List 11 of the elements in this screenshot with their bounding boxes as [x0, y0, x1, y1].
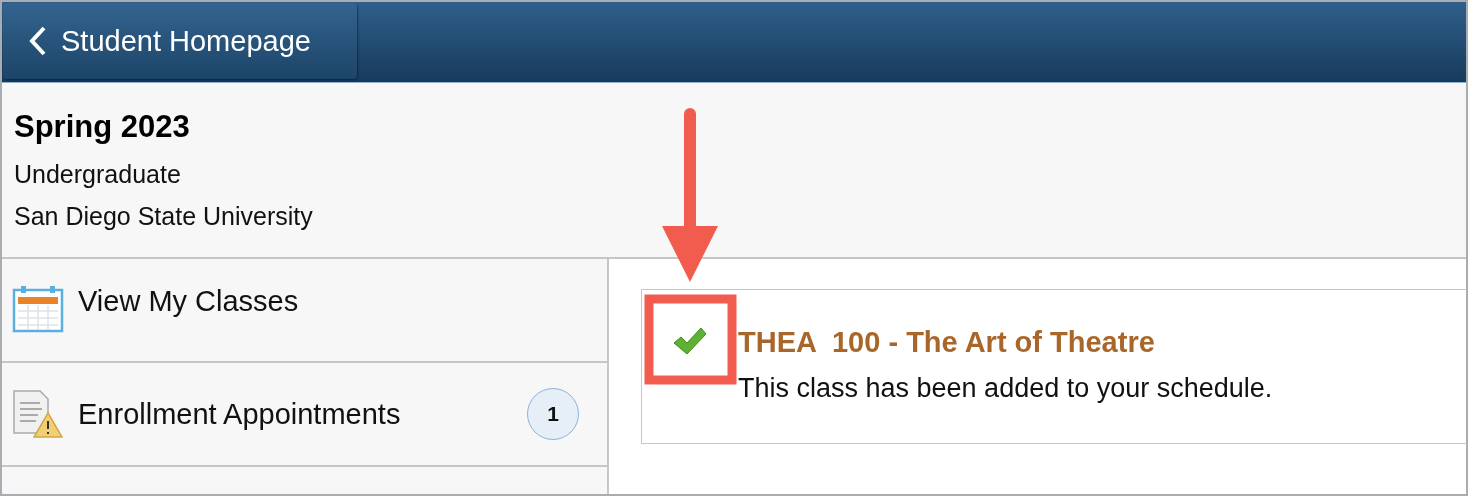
document-warning-icon [12, 389, 64, 439]
count-badge: 1 [527, 388, 579, 440]
confirmation-message: This class has been added to your schedule. [738, 373, 1273, 404]
chevron-left-icon [29, 25, 47, 57]
class-title: THEA 100 - The Art of Theatre [738, 326, 1156, 359]
back-button[interactable]: Student Homepage [3, 3, 357, 79]
institution-label: San Diego State University [14, 201, 313, 232]
career-label: Undergraduate [14, 159, 181, 190]
calendar-icon [12, 285, 64, 333]
checkmark-icon [672, 326, 708, 356]
term-title: Spring 2023 [14, 109, 190, 145]
